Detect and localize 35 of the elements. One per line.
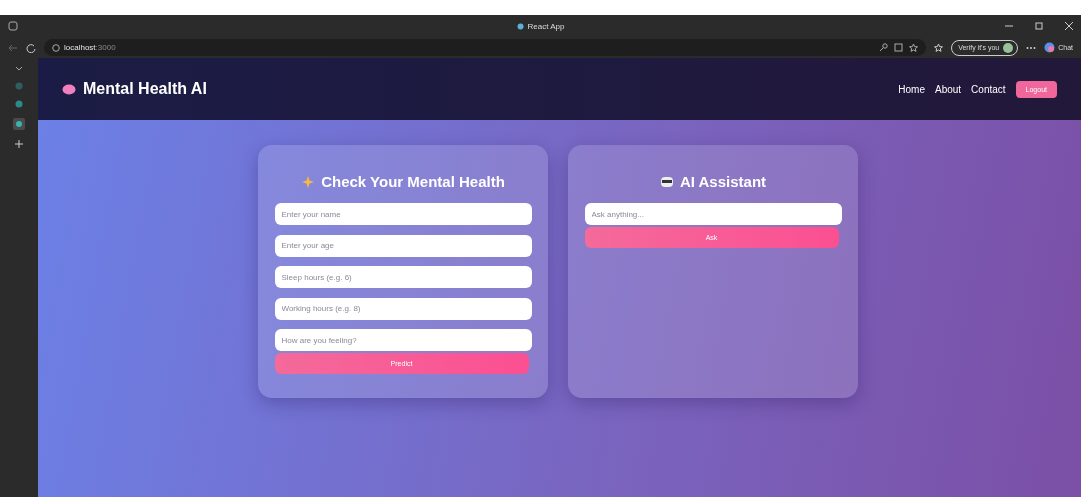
apps-icon[interactable] xyxy=(894,43,904,52)
input-field[interactable]: How are you feeling? xyxy=(274,329,532,351)
copilot-icon[interactable] xyxy=(1044,42,1056,53)
brand-title: Mental Health AI xyxy=(83,80,207,98)
brain-icon xyxy=(62,83,76,95)
back-icon[interactable] xyxy=(8,42,18,53)
address-bar[interactable]: localhost:3000 xyxy=(44,39,927,56)
reload-icon[interactable] xyxy=(26,42,36,53)
avatar-icon xyxy=(1003,42,1014,53)
active-tab-icon[interactable] xyxy=(13,118,25,130)
card-title: AI Assistant xyxy=(679,173,767,190)
nav-link[interactable]: Home xyxy=(898,83,925,95)
info-icon xyxy=(52,43,60,52)
nav-link[interactable]: Contact xyxy=(971,83,1006,95)
robot-icon xyxy=(659,175,674,188)
sparkles-icon xyxy=(301,174,316,189)
add-icon[interactable] xyxy=(15,140,23,148)
restore-icon[interactable] xyxy=(1035,22,1043,30)
react-icon xyxy=(516,22,524,30)
nav-link[interactable]: About xyxy=(934,83,962,95)
input-field[interactable]: Sleep hours (e.g. 6) xyxy=(274,266,532,288)
input-field[interactable]: Working hours (e.g. 8) xyxy=(274,297,532,320)
input-field[interactable]: Enter your age xyxy=(274,234,532,257)
more-icon[interactable] xyxy=(1026,45,1037,50)
card-title: Check Your Mental Health xyxy=(321,173,505,190)
close-icon[interactable] xyxy=(1065,22,1073,30)
input-field[interactable]: Enter your name xyxy=(274,203,532,225)
url-text: localhost:3000 xyxy=(64,43,116,52)
key-icon[interactable] xyxy=(879,43,889,52)
favorites-icon[interactable] xyxy=(934,43,944,52)
question-field[interactable]: Ask anything... xyxy=(584,203,842,225)
tab-title[interactable]: React App xyxy=(527,21,565,31)
star-icon[interactable] xyxy=(909,43,919,52)
chevron-down-icon[interactable] xyxy=(15,66,23,72)
minimize-icon[interactable] xyxy=(1005,22,1013,30)
